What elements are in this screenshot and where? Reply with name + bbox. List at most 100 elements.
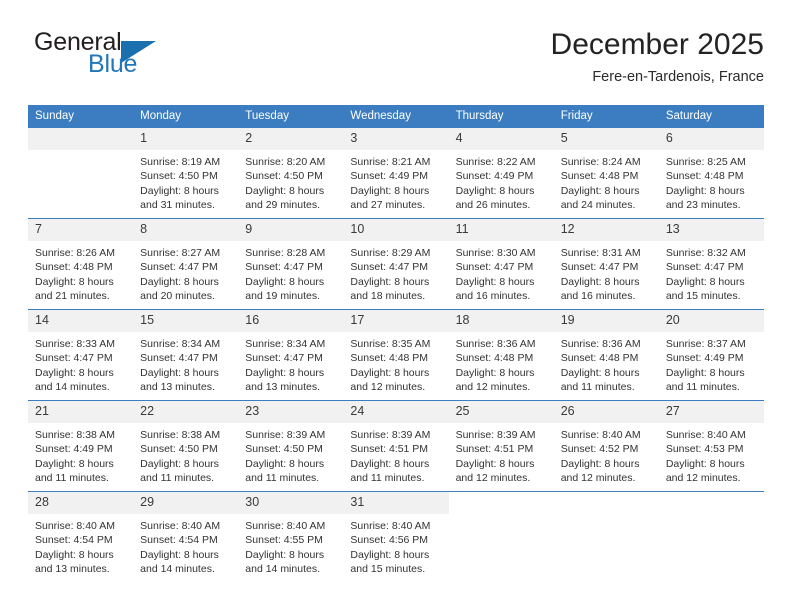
day-details: Sunrise: 8:38 AM Sunset: 4:49 PM Daylight:… (28, 423, 133, 485)
day-number: 20 (658, 310, 764, 333)
calendar-page: General Blue December 2025 Fere-en-Tarde… (0, 0, 792, 612)
day-number: 8 (133, 219, 239, 242)
day-cell[interactable]: 18 Sunrise: 8:36 AM Sunset: 4:48 PM Dayligh… (448, 309, 554, 401)
day-cell[interactable]: 21 Sunrise: 8:38 AM Sunset: 4:49 PM Dayligh… (28, 400, 134, 492)
day-detail-line: Daylight: 8 hours (560, 275, 640, 288)
day-details: Sunrise: 8:20 AM Sunset: 4:50 PM Daylight:… (238, 150, 343, 212)
day-detail-line: Daylight: 8 hours (665, 275, 745, 288)
day-cell[interactable]: 16 Sunrise: 8:34 AM Sunset: 4:47 PM Dayligh… (238, 309, 344, 401)
day-cell[interactable]: 29 Sunrise: 8:40 AM Sunset: 4:54 PM Dayligh… (133, 491, 239, 582)
day-cell[interactable]: 11 Sunrise: 8:30 AM Sunset: 4:47 PM Dayligh… (448, 218, 554, 310)
day-detail-line: Sunset: 4:48 PM (455, 352, 534, 365)
day-cell[interactable]: 27 Sunrise: 8:40 AM Sunset: 4:53 PM Dayligh… (658, 400, 764, 492)
day-cell[interactable]: 13 Sunrise: 8:32 AM Sunset: 4:47 PM Dayligh… (658, 218, 764, 310)
day-number: 16 (238, 310, 344, 333)
weekday-header-friday: Friday (553, 105, 659, 128)
day-detail-line: Sunrise: 8:40 AM (665, 429, 746, 442)
day-number: 24 (343, 401, 449, 424)
page-subtitle: Fere-en-Tardenois, France (592, 69, 764, 85)
day-cell[interactable]: 15 Sunrise: 8:34 AM Sunset: 4:47 PM Dayligh… (133, 309, 239, 401)
day-detail-line: Sunrise: 8:26 AM (35, 247, 115, 260)
day-detail-line: Sunset: 4:50 PM (140, 443, 218, 456)
day-detail-line: and 14 minutes. (245, 562, 320, 575)
day-detail-line: Sunset: 4:48 PM (35, 261, 113, 274)
day-detail-line: Sunset: 4:47 PM (455, 261, 534, 274)
day-detail-line: Sunrise: 8:34 AM (245, 338, 326, 351)
day-number: 27 (658, 401, 764, 424)
day-detail-line: Sunrise: 8:36 AM (560, 338, 641, 351)
day-details: Sunrise: 8:38 AM Sunset: 4:50 PM Daylight:… (133, 423, 238, 485)
day-detail-line: Daylight: 8 hours (245, 548, 325, 561)
day-cell[interactable]: 30 Sunrise: 8:40 AM Sunset: 4:55 PM Dayligh… (238, 491, 344, 582)
day-details: Sunrise: 8:39 AM Sunset: 4:50 PM Daylight:… (238, 423, 343, 485)
day-cell[interactable]: 10 Sunrise: 8:29 AM Sunset: 4:47 PM Dayligh… (343, 218, 449, 310)
day-detail-line: Sunrise: 8:40 AM (560, 429, 641, 442)
day-detail-line: and 15 minutes. (350, 562, 426, 575)
day-number: 7 (28, 219, 134, 242)
day-cell[interactable]: 20 Sunrise: 8:37 AM Sunset: 4:49 PM Dayligh… (658, 309, 764, 401)
empty-day-cell (553, 491, 659, 582)
day-detail-line: Sunset: 4:49 PM (455, 170, 534, 183)
day-detail-line: and 15 minutes. (665, 289, 741, 302)
day-detail-line: Daylight: 8 hours (35, 275, 114, 288)
day-detail-line: Sunrise: 8:40 AM (245, 520, 326, 533)
calendar-table: Sunday Monday Tuesday Wednesday Thursday Frid… (28, 105, 764, 582)
day-cell[interactable]: 22 Sunrise: 8:38 AM Sunset: 4:50 PM Dayligh… (133, 400, 239, 492)
day-number: 12 (553, 219, 659, 242)
day-cell[interactable]: 8 Sunrise: 8:27 AM Sunset: 4:47 PM Daylight… (133, 218, 239, 310)
day-cell[interactable]: 25 Sunrise: 8:39 AM Sunset: 4:51 PM Dayligh… (448, 400, 554, 492)
day-cell[interactable]: 3 Sunrise: 8:21 AM Sunset: 4:49 PM Daylight… (343, 127, 449, 219)
empty-day-cell (28, 127, 134, 219)
day-cell[interactable]: 28 Sunrise: 8:40 AM Sunset: 4:54 PM Dayligh… (28, 491, 134, 582)
day-cell[interactable]: 19 Sunrise: 8:36 AM Sunset: 4:48 PM Dayligh… (553, 309, 659, 401)
day-detail-line: and 16 minutes. (560, 289, 636, 302)
day-number: 17 (343, 310, 449, 333)
title-block: December 2025 Fere-en-Tardenois, France (551, 28, 764, 86)
day-detail-line: and 11 minutes. (560, 380, 635, 393)
day-detail-line: Daylight: 8 hours (665, 366, 745, 379)
day-detail-line: Sunset: 4:49 PM (665, 352, 744, 365)
brand-logo[interactable]: General Blue (28, 28, 268, 90)
day-detail-line: Sunrise: 8:29 AM (350, 247, 431, 260)
day-detail-line: and 16 minutes. (455, 289, 531, 302)
day-number: 23 (238, 401, 344, 424)
day-detail-line: and 13 minutes. (35, 562, 110, 575)
weekday-header-monday: Monday (133, 105, 239, 128)
day-cell[interactable]: 4 Sunrise: 8:22 AM Sunset: 4:49 PM Daylight… (448, 127, 554, 219)
day-detail-line: Daylight: 8 hours (245, 457, 325, 470)
day-cell[interactable]: 2 Sunrise: 8:20 AM Sunset: 4:50 PM Daylight… (238, 127, 344, 219)
day-cell[interactable]: 7 Sunrise: 8:26 AM Sunset: 4:48 PM Daylight… (28, 218, 134, 310)
day-cell[interactable]: 1 Sunrise: 8:19 AM Sunset: 4:50 PM Daylight… (133, 127, 239, 219)
day-cell[interactable]: 6 Sunrise: 8:25 AM Sunset: 4:48 PM Daylight… (658, 127, 764, 219)
day-details: Sunrise: 8:40 AM Sunset: 4:54 PM Daylight:… (133, 514, 238, 576)
day-details: Sunrise: 8:39 AM Sunset: 4:51 PM Daylight:… (449, 423, 554, 485)
day-details: Sunrise: 8:33 AM Sunset: 4:47 PM Daylight:… (28, 332, 133, 394)
day-cell[interactable]: 31 Sunrise: 8:40 AM Sunset: 4:56 PM Dayligh… (343, 491, 449, 582)
day-number: 4 (448, 128, 554, 151)
day-cell[interactable]: 26 Sunrise: 8:40 AM Sunset: 4:52 PM Dayligh… (553, 400, 659, 492)
day-details: Sunrise: 8:21 AM Sunset: 4:49 PM Daylight:… (343, 150, 448, 212)
day-detail-line: and 12 minutes. (455, 380, 531, 393)
day-cell[interactable]: 14 Sunrise: 8:33 AM Sunset: 4:47 PM Dayligh… (28, 309, 134, 401)
weekday-header-thursday: Thursday (448, 105, 554, 128)
day-detail-line: Sunset: 4:53 PM (665, 443, 744, 456)
day-details: Sunrise: 8:39 AM Sunset: 4:51 PM Daylight:… (343, 423, 448, 485)
day-cell[interactable]: 9 Sunrise: 8:28 AM Sunset: 4:47 PM Daylight… (238, 218, 344, 310)
day-detail-line: Sunset: 4:49 PM (350, 170, 429, 183)
day-cell[interactable]: 17 Sunrise: 8:35 AM Sunset: 4:48 PM Dayligh… (343, 309, 449, 401)
day-detail-line: Daylight: 8 hours (665, 457, 745, 470)
day-cell[interactable]: 23 Sunrise: 8:39 AM Sunset: 4:50 PM Dayligh… (238, 400, 344, 492)
day-detail-line: Daylight: 8 hours (665, 184, 745, 197)
day-detail-line: and 24 minutes. (560, 198, 636, 211)
day-detail-line: Daylight: 8 hours (350, 275, 430, 288)
day-detail-line: and 12 minutes. (455, 471, 531, 484)
day-detail-line: Daylight: 8 hours (455, 184, 535, 197)
day-detail-line: Daylight: 8 hours (140, 275, 219, 288)
day-detail-line: Sunrise: 8:31 AM (560, 247, 641, 260)
day-cell[interactable]: 5 Sunrise: 8:24 AM Sunset: 4:48 PM Daylight… (553, 127, 659, 219)
day-details: Sunrise: 8:27 AM Sunset: 4:47 PM Daylight:… (133, 241, 238, 303)
day-detail-line: Sunset: 4:48 PM (560, 352, 639, 365)
day-cell[interactable]: 12 Sunrise: 8:31 AM Sunset: 4:47 PM Dayligh… (553, 218, 659, 310)
day-cell[interactable]: 24 Sunrise: 8:39 AM Sunset: 4:51 PM Dayligh… (343, 400, 449, 492)
day-detail-line: Sunrise: 8:40 AM (35, 520, 115, 533)
